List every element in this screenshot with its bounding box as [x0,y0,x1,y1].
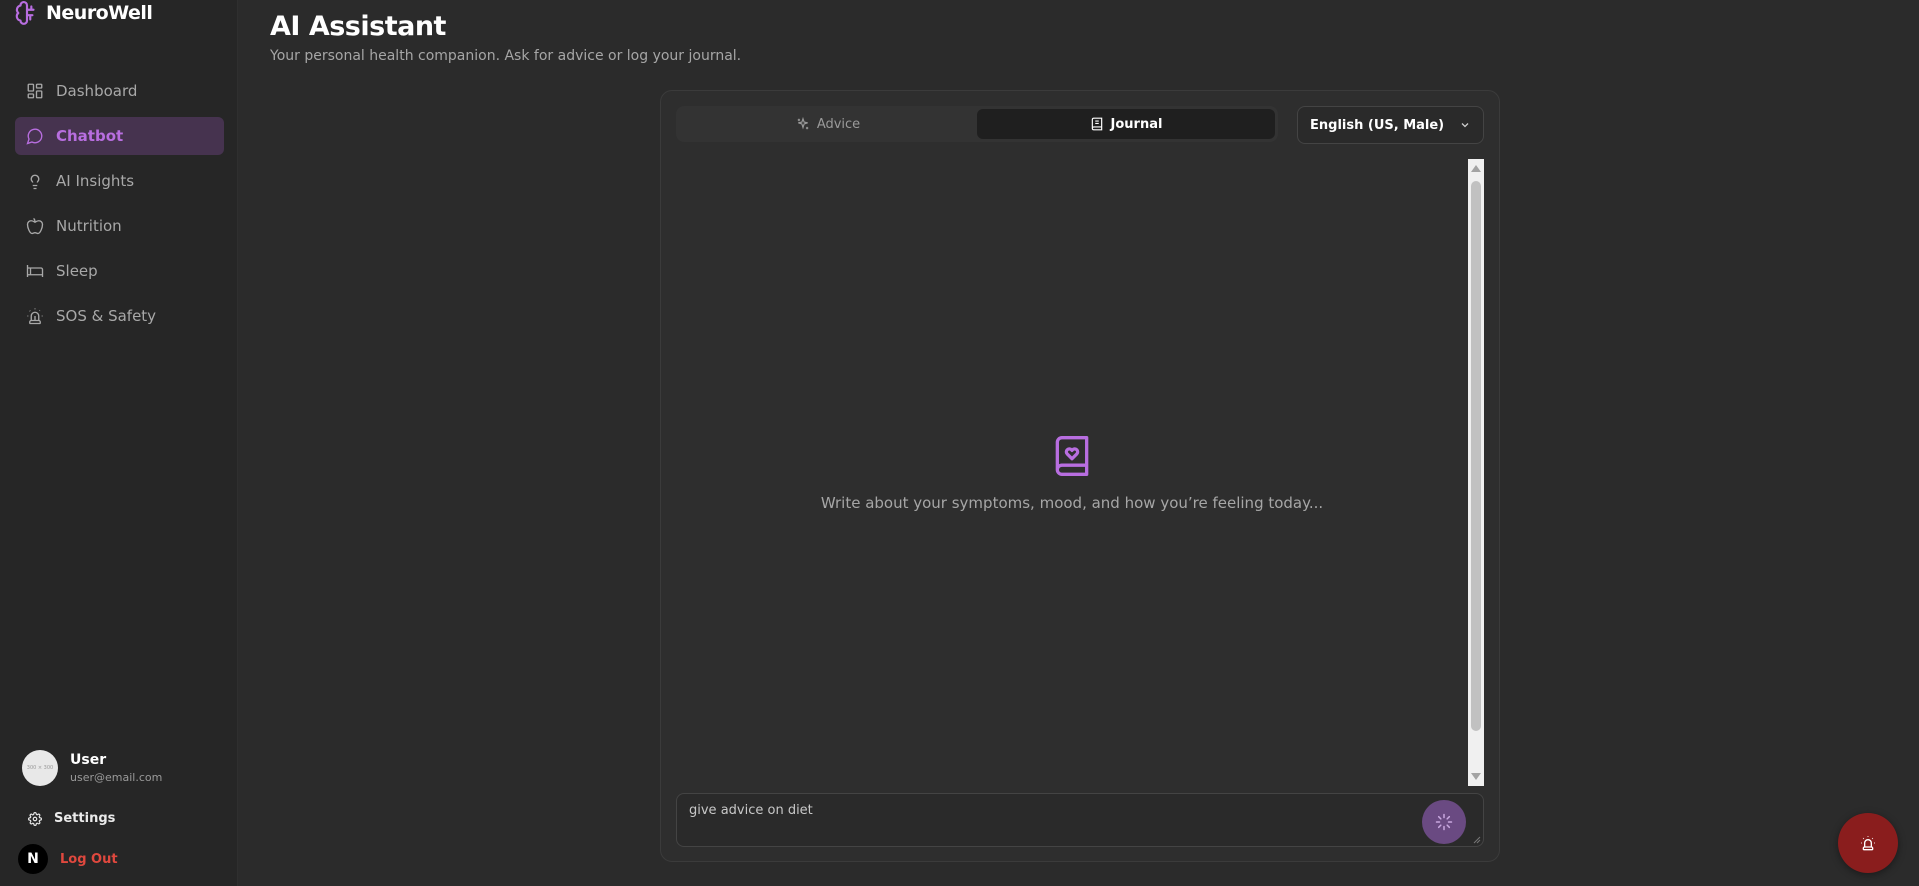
scroll-up-arrow[interactable] [1471,165,1481,172]
apple-icon [26,217,44,235]
resize-handle-icon[interactable] [1473,836,1481,844]
brand-logo[interactable]: NeuroWell [14,0,153,26]
tab-journal[interactable]: Journal [977,109,1275,139]
brand-name: NeuroWell [46,2,153,24]
brain-icon [15,0,35,25]
chat-scrollbar[interactable] [1468,159,1484,786]
language-select-value: English (US, Male) [1310,117,1445,133]
sos-button[interactable] [1838,813,1898,873]
siren-icon [27,308,43,325]
book-icon [1091,117,1102,131]
empty-state: Write about your symptoms, mood, and how… [676,159,1468,786]
settings-label: Settings [54,811,116,826]
scroll-thumb[interactable] [1471,181,1481,731]
user-name: User [70,752,107,768]
framework-badge[interactable]: N [18,844,48,874]
sidebar-item-label: AI Insights [56,172,135,190]
sparkles-icon [797,117,809,130]
sidebar-item-sleep[interactable]: Sleep [15,252,224,290]
chat-panel: Advice Journal English (US, Male) Write … [660,90,1500,862]
send-button[interactable] [1422,800,1466,844]
logout-label: Log Out [60,851,118,867]
sidebar-item-label: Dashboard [56,82,138,100]
sidebar-item-nutrition[interactable]: Nutrition [15,207,224,245]
user-email: user@email.com [70,771,163,784]
user-profile[interactable]: 300 × 300 User user@email.com [22,750,162,786]
sidebar-item-ai-insights[interactable]: AI Insights [15,162,224,200]
logout-button[interactable]: N Log Out [18,844,118,874]
lightbulb-icon [30,174,40,190]
mode-tabs: Advice Journal [676,106,1278,142]
settings-button[interactable]: Settings [28,811,115,826]
avatar: 300 × 300 [22,750,58,786]
layout-grid-icon [27,83,43,99]
empty-state-text: Write about your symptoms, mood, and how… [820,493,1324,512]
loader-icon [1435,813,1453,831]
sidebar-item-dashboard[interactable]: Dashboard [15,72,224,110]
sidebar-nav: Dashboard Chatbot AI Insights Nutrition … [15,72,224,342]
scroll-down-arrow[interactable] [1471,773,1481,780]
chevron-down-icon [1461,123,1469,128]
book-heart-icon [1055,435,1089,476]
page-title: AI Assistant [270,11,446,42]
sidebar-item-sos-safety[interactable]: SOS & Safety [15,297,224,335]
tab-label: Advice [816,116,861,132]
sidebar-item-label: SOS & Safety [56,307,157,325]
sidebar: NeuroWell Dashboard Chatbot AI Insights … [0,0,238,886]
chat-messages-area: Write about your symptoms, mood, and how… [676,159,1484,786]
tab-label: Journal [1110,116,1163,132]
siren-icon [1861,836,1875,851]
journal-input-value[interactable]: give advice on diet [689,803,813,818]
sidebar-item-label: Nutrition [56,217,122,235]
page-subtitle: Your personal health companion. Ask for … [270,48,742,64]
message-circle-icon [26,128,43,145]
gear-icon [28,811,42,826]
sidebar-item-label: Sleep [56,262,98,280]
journal-input[interactable]: give advice on diet [676,793,1484,847]
sidebar-item-chatbot[interactable]: Chatbot [15,117,224,155]
sidebar-item-label: Chatbot [56,127,124,145]
bed-icon [26,265,44,277]
tab-advice[interactable]: Advice [679,109,977,139]
language-select[interactable]: English (US, Male) [1297,106,1484,144]
